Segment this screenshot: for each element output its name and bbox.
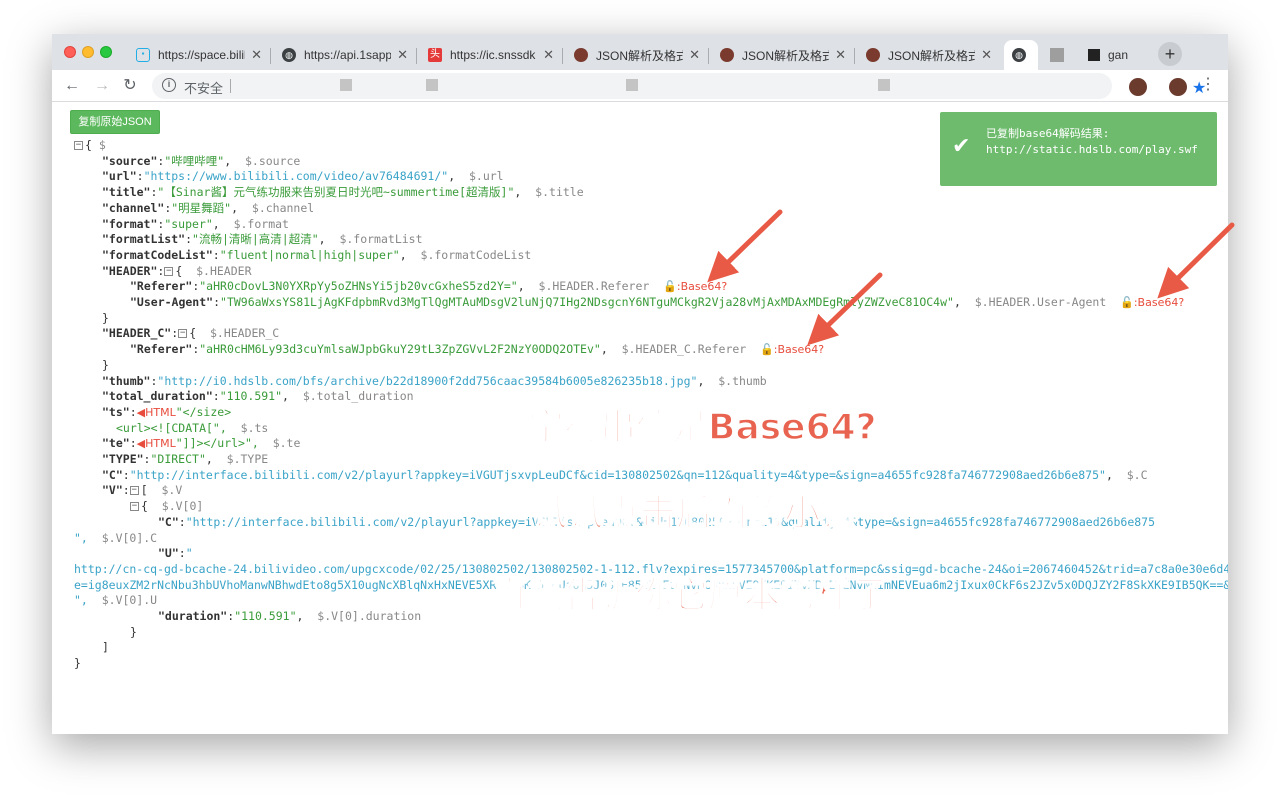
overlay-caption-3: 直接告诉你它原本的样子 xyxy=(491,574,889,617)
overlay-caption-2: 试试点击后面的小锁 xyxy=(531,492,857,535)
arrow-to-header-c-referer xyxy=(807,272,883,346)
arrow-to-referer xyxy=(707,209,783,283)
arrow-to-user-agent xyxy=(1157,222,1235,299)
overlay-caption-1: 字符串值是Base64? xyxy=(527,406,877,449)
